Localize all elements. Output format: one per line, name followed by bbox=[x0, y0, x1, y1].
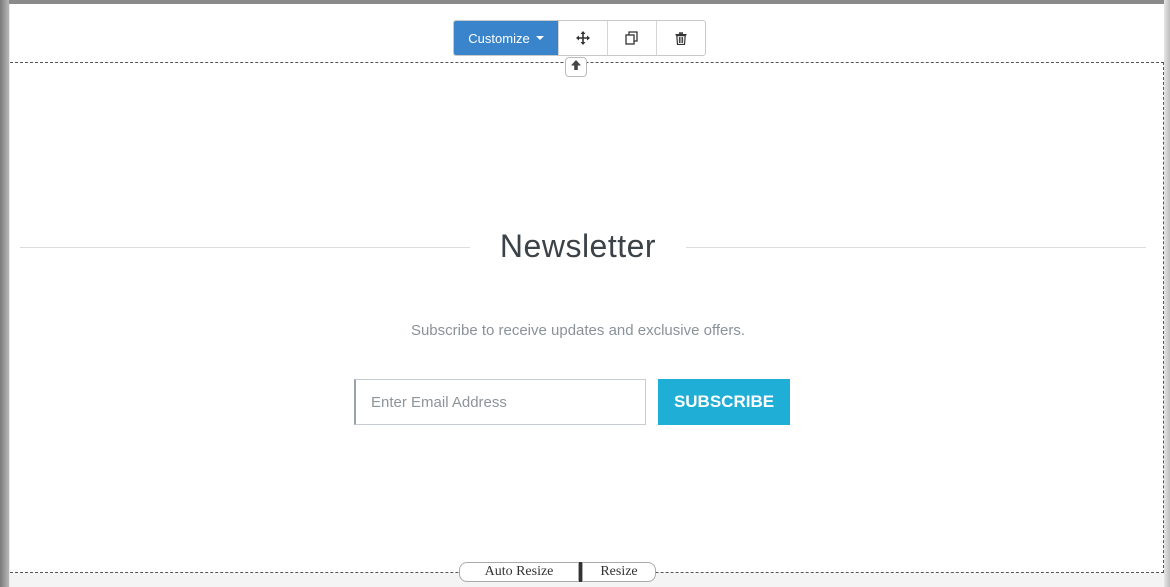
resize-button[interactable]: Resize bbox=[582, 562, 656, 582]
title-divider-right bbox=[686, 247, 1146, 248]
resize-controls: Auto Resize Resize bbox=[459, 562, 656, 582]
customize-label: Customize bbox=[468, 30, 530, 46]
auto-resize-button[interactable]: Auto Resize bbox=[459, 562, 579, 582]
newsletter-subtitle: Subscribe to receive updates and exclusi… bbox=[410, 322, 746, 339]
move-icon bbox=[576, 31, 590, 45]
title-divider-left bbox=[20, 247, 470, 248]
newsletter-section[interactable] bbox=[10, 62, 1164, 573]
caret-down-icon bbox=[535, 36, 544, 40]
delete-button[interactable] bbox=[656, 21, 705, 55]
subscribe-button[interactable]: SUBSCRIBE bbox=[658, 379, 790, 425]
duplicate-icon bbox=[625, 31, 639, 45]
frame-right-border bbox=[1164, 0, 1170, 587]
frame-left-border bbox=[0, 0, 9, 587]
trash-icon bbox=[675, 31, 687, 45]
customize-button[interactable]: Customize bbox=[454, 21, 558, 55]
newsletter-title: Newsletter bbox=[499, 228, 657, 264]
section-toolbar: Customize bbox=[453, 20, 706, 56]
move-button[interactable] bbox=[558, 21, 607, 55]
email-input[interactable] bbox=[354, 379, 646, 425]
move-up-handle[interactable] bbox=[565, 57, 587, 77]
duplicate-button[interactable] bbox=[607, 21, 656, 55]
arrow-up-icon bbox=[570, 58, 582, 76]
